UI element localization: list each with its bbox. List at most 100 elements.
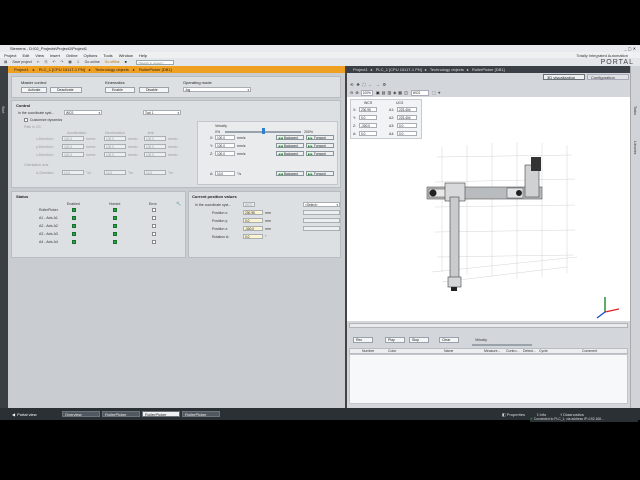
viz-cs-select[interactable]: WCS	[410, 89, 430, 96]
taskbar-tab-overview[interactable]: Overview	[62, 411, 100, 417]
trace-clear-button[interactable]: Clear	[439, 337, 459, 343]
view-top-icon[interactable]: ▥	[387, 90, 391, 95]
view-front-icon[interactable]: ▣	[376, 90, 380, 95]
deactivate-button[interactable]: Deactivate	[50, 87, 82, 93]
view-side-icon[interactable]: ▤	[382, 90, 386, 95]
status-help-icon[interactable]: 🔧	[176, 201, 181, 206]
decel-z-input[interactable]: 100.0	[104, 152, 126, 157]
frame-icon[interactable]: ⬚	[432, 90, 436, 95]
zoom-level[interactable]: 100%	[360, 89, 373, 96]
view-iso-icon[interactable]: ◈	[393, 90, 396, 95]
breadcrumb-item[interactable]: Project1	[353, 67, 368, 72]
menu-view[interactable]: View	[35, 53, 44, 58]
enable-button[interactable]: Enable	[105, 87, 135, 93]
jog-a-forward-button[interactable]: ▶▶ Forward	[306, 171, 334, 176]
rotate-icon[interactable]: ⟲	[350, 82, 353, 87]
properties-tab[interactable]: ◧ Properties	[500, 411, 527, 417]
taskbar-tab-rollerpicker-1[interactable]: RollerPicker	[102, 411, 140, 417]
decel-x-input[interactable]: 100.0	[104, 136, 126, 141]
trace-velocity-slider[interactable]	[472, 344, 532, 346]
jerk-a-input[interactable]: 10.0	[144, 170, 166, 175]
activate-button[interactable]: Activate	[21, 87, 47, 93]
taskbar-tab-rollerpicker-3[interactable]: RollerPicker	[182, 411, 220, 417]
menu-insert[interactable]: Insert	[50, 53, 60, 58]
accel-x-input[interactable]: 100.0	[62, 136, 84, 141]
jog-a-backward-button[interactable]: ◀◀ Backward	[276, 171, 304, 176]
3d-viewport[interactable]: WCS UCS X: 230.95 A1: 223.404 Y: 0.0 A2:…	[347, 97, 630, 321]
decel-a-input[interactable]: 10.0	[104, 170, 126, 175]
velocity-y-input[interactable]: 100.0	[215, 143, 235, 148]
jerk-z-input[interactable]: 100.0	[144, 152, 166, 157]
pan-icon[interactable]: ✥	[356, 82, 359, 87]
settings-icon[interactable]: ⚙	[383, 82, 387, 87]
accel-y-input[interactable]: 100.0	[62, 144, 84, 149]
velocity-a-input[interactable]: 10.0	[215, 171, 235, 176]
tab-configuration[interactable]: Configuration	[587, 74, 629, 80]
jog-x-forward-button[interactable]: ▶▶ Forward	[306, 135, 334, 140]
compile-icon[interactable]: ▦	[68, 60, 71, 64]
breadcrumb-item[interactable]: Technology objects	[430, 67, 464, 72]
accel-a-input[interactable]: 10.0	[62, 170, 84, 175]
project-tree-strip[interactable]: Start	[0, 66, 8, 408]
velocity-z-input[interactable]: 100.0	[215, 151, 235, 156]
breadcrumb-item[interactable]: PLC_1 [CPU 1511T-1 PN]	[39, 67, 85, 72]
taskbar-tab-rollerpicker-2[interactable]: RollerPicker	[142, 411, 180, 417]
menu-project[interactable]: Project	[4, 53, 16, 58]
tool-icon[interactable]: ⌖	[438, 90, 440, 95]
jog-y-forward-button[interactable]: ▶▶ Forward	[306, 143, 334, 148]
new-project-icon[interactable]: ▤	[4, 60, 7, 64]
position-select[interactable]: <Select>	[303, 202, 340, 207]
download-icon[interactable]: ⇩	[77, 60, 80, 64]
breadcrumb-item[interactable]: Project1	[14, 67, 29, 72]
jog-x-backward-button[interactable]: ◀◀ Backward	[276, 135, 304, 140]
jog-y-backward-button[interactable]: ◀◀ Backward	[276, 143, 304, 148]
operating-mode-select[interactable]: Jog	[183, 87, 251, 92]
trace-stop-button[interactable]: Stop	[409, 337, 429, 343]
tool-select[interactable]: Tool 1	[143, 110, 181, 115]
trace-rec-button[interactable]: Rec	[353, 337, 373, 343]
menu-online[interactable]: Online	[66, 53, 78, 58]
redo-icon[interactable]: ↷	[60, 60, 63, 64]
customize-dynamics-checkbox[interactable]	[24, 118, 28, 122]
trace-icon[interactable]: ◫	[404, 90, 408, 95]
breadcrumb-item[interactable]: RollerPicker [DB1]	[139, 67, 172, 72]
go-online-button[interactable]: Go online	[85, 60, 100, 64]
accel-z-input[interactable]: 100.0	[62, 152, 84, 157]
grid-icon[interactable]: ▦	[398, 90, 402, 95]
menu-edit[interactable]: Edit	[22, 53, 29, 58]
start-tab[interactable]: Start	[1, 106, 5, 113]
breadcrumb-item[interactable]: RollerPicker [DB1]	[472, 67, 505, 72]
undo-icon[interactable]: ↶	[53, 60, 56, 64]
search-input[interactable]: <Search in project>	[135, 59, 174, 65]
decel-y-input[interactable]: 100.0	[104, 144, 126, 149]
arrow-left-icon[interactable]: ←	[369, 82, 373, 87]
menu-tools[interactable]: Tools	[103, 53, 112, 58]
breadcrumb-item[interactable]: PLC_1 [CPU 1511T-1 PN]	[376, 67, 422, 72]
velocity-x-input[interactable]: 100.0	[215, 135, 235, 140]
menu-options[interactable]: Options	[84, 53, 98, 58]
jerk-y-input[interactable]: 100.0	[144, 144, 166, 149]
zoom-in-icon[interactable]: ⊕	[355, 90, 358, 95]
fit-icon[interactable]: ⛶	[363, 82, 366, 87]
window-controls[interactable]: _ ▢ ✕	[624, 46, 636, 51]
trace-play-button[interactable]: Play	[385, 337, 405, 343]
cut-icon[interactable]: ✂	[37, 60, 40, 64]
menu-help[interactable]: Help	[139, 53, 147, 58]
stop-icon[interactable]: ■	[125, 60, 127, 64]
save-project-button[interactable]: Save project	[12, 60, 31, 64]
trace-timeline[interactable]	[349, 323, 628, 328]
menu-window[interactable]: Window	[119, 53, 133, 58]
arrow-right-icon[interactable]: →	[376, 82, 380, 87]
velocity-slider-thumb[interactable]	[261, 128, 265, 134]
portal-view-button[interactable]: ◀ Portal view	[10, 411, 39, 417]
jog-z-forward-button[interactable]: ▶▶ Forward	[306, 151, 334, 156]
jerk-x-input[interactable]: 100.0	[144, 136, 166, 141]
copy-icon[interactable]: ⎘	[45, 60, 48, 64]
go-offline-button[interactable]: Go offline	[105, 60, 120, 64]
breadcrumb-item[interactable]: Technology objects	[95, 67, 129, 72]
tab-3d-visualization[interactable]: 3D visualization	[543, 74, 585, 80]
tasks-tab[interactable]: Tasks	[633, 106, 637, 115]
zoom-out-icon[interactable]: ⊖	[350, 90, 353, 95]
libraries-tab[interactable]: Libraries	[633, 141, 637, 154]
coord-system-select[interactable]: WCS	[64, 110, 102, 115]
